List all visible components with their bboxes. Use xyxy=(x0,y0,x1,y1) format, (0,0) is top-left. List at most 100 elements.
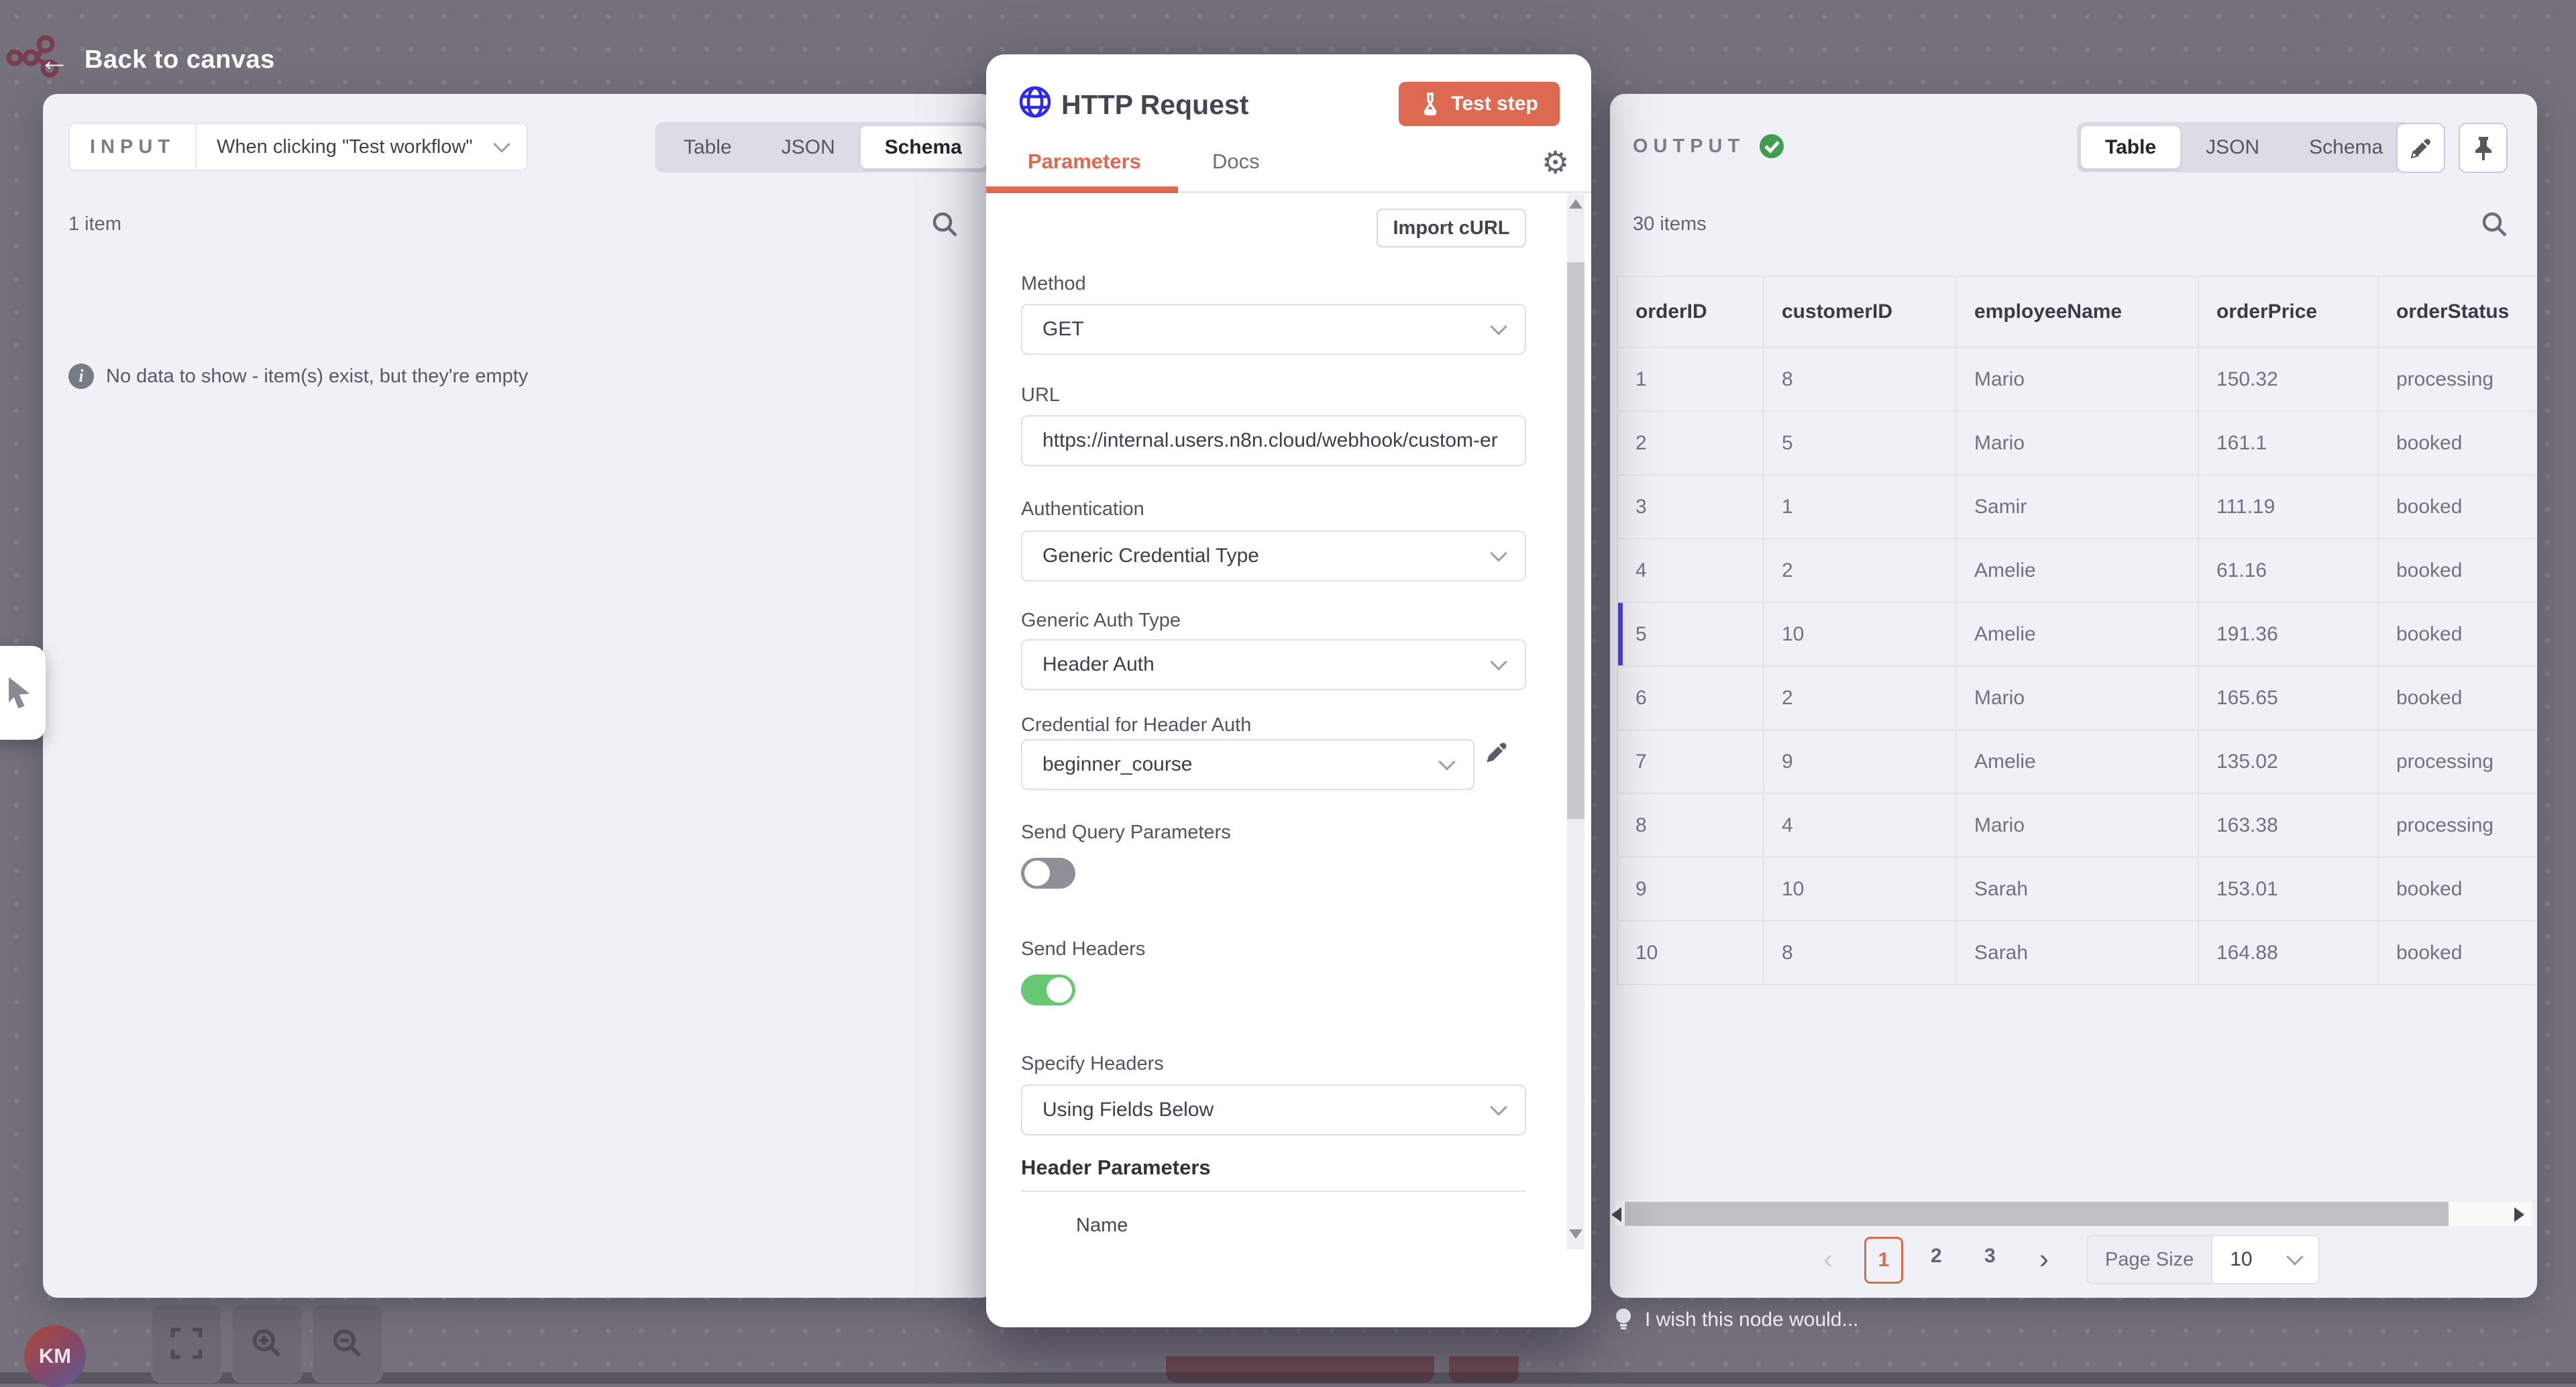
authentication-select[interactable]: Generic Credential Type xyxy=(1021,531,1526,581)
input-tab-table[interactable]: Table xyxy=(659,126,756,168)
pagination-page-3[interactable]: 3 xyxy=(1984,1245,1996,1268)
left-edge-cursor-tab[interactable] xyxy=(0,646,46,740)
column-header[interactable]: customerID xyxy=(1764,277,1957,347)
page-size-dropdown[interactable]: 10 xyxy=(2212,1236,2318,1283)
tab-parameters[interactable]: Parameters xyxy=(1028,150,1141,174)
back-to-canvas-button[interactable]: ← Back to canvas xyxy=(39,44,275,75)
search-icon xyxy=(930,209,959,239)
output-tab-schema[interactable]: Schema xyxy=(2285,126,2407,168)
lightbulb-icon xyxy=(1613,1307,1634,1333)
input-source-control: INPUT When clicking "Test workflow" xyxy=(68,123,528,171)
table-row[interactable]: 510Amelie191.36booked xyxy=(1618,603,2537,667)
output-panel: OUTPUT Table JSON Schema 30 items orderI… xyxy=(1610,94,2537,1298)
node-settings-gear-icon[interactable]: ⚙ xyxy=(1542,147,1569,178)
input-tab-json[interactable]: JSON xyxy=(757,126,859,168)
scroll-left-arrow-icon[interactable] xyxy=(1611,1207,1621,1222)
scroll-right-arrow-icon[interactable] xyxy=(2514,1207,2524,1222)
input-source-dropdown[interactable]: When clicking "Test workflow" xyxy=(197,124,527,170)
edit-output-button[interactable] xyxy=(2396,123,2445,173)
table-row[interactable]: 62Mario165.65booked xyxy=(1618,667,2537,730)
table-row[interactable]: 25Mario161.1booked xyxy=(1618,412,2537,476)
credential-label: Credential for Header Auth xyxy=(1021,714,1251,736)
modal-scrollbar-thumb[interactable] xyxy=(1567,262,1585,819)
n8n-node-details-view: { "header": { "back_label": "Back to can… xyxy=(0,0,2576,1384)
input-search-button[interactable] xyxy=(930,209,959,242)
bottom-edge-strip xyxy=(0,1372,2576,1384)
table-cell: booked xyxy=(2379,412,2537,474)
test-step-button[interactable]: Test step xyxy=(1399,82,1560,126)
pagination-prev-button[interactable]: ‹ xyxy=(1823,1245,1833,1273)
input-empty-state: i No data to show - item(s) exist, but t… xyxy=(68,364,528,389)
table-row[interactable]: 18Mario150.32processing xyxy=(1618,348,2537,412)
avatar-initials: KM xyxy=(39,1344,71,1368)
table-cell: 10 xyxy=(1764,858,1957,920)
table-row[interactable]: 79Amelie135.02processing xyxy=(1618,730,2537,794)
column-header[interactable]: orderStatus xyxy=(2379,277,2537,347)
active-tab-underline xyxy=(986,186,1178,193)
table-row[interactable]: 910Sarah153.01booked xyxy=(1618,858,2537,922)
table-cell: Sarah xyxy=(1957,922,2199,984)
table-cell: processing xyxy=(2379,730,2537,793)
chevron-down-icon xyxy=(2286,1248,2303,1265)
table-cell: 8 xyxy=(1764,922,1957,984)
horizontal-scrollbar-thumb[interactable] xyxy=(1625,1202,2449,1226)
output-tab-json[interactable]: JSON xyxy=(2182,126,2284,168)
zoom-in-icon xyxy=(250,1327,284,1360)
column-header[interactable]: orderPrice xyxy=(2199,277,2379,347)
table-cell: 61.16 xyxy=(2199,539,2379,602)
column-header[interactable]: orderID xyxy=(1618,277,1764,347)
url-input[interactable]: https://internal.users.n8n.cloud/webhook… xyxy=(1021,415,1526,466)
pagination-next-button[interactable]: › xyxy=(2039,1245,2049,1273)
table-cell: Samir xyxy=(1957,476,2199,538)
credential-select[interactable]: beginner_course xyxy=(1021,739,1474,790)
import-curl-button[interactable]: Import cURL xyxy=(1377,209,1526,247)
input-tab-schema[interactable]: Schema xyxy=(861,126,986,168)
pin-icon xyxy=(2469,133,2498,163)
table-cell: processing xyxy=(2379,794,2537,856)
page-size-control: Page Size 10 xyxy=(2086,1235,2320,1284)
method-select[interactable]: GET xyxy=(1021,304,1526,355)
pin-data-button[interactable] xyxy=(2459,123,2508,173)
user-avatar[interactable]: KM xyxy=(24,1325,86,1387)
toggle-knob xyxy=(1046,977,1072,1003)
table-cell: Mario xyxy=(1957,667,2199,729)
scroll-up-arrow-icon[interactable] xyxy=(1569,199,1582,209)
table-cell: booked xyxy=(2379,476,2537,538)
table-cell: 3 xyxy=(1618,476,1764,538)
table-cell: Sarah xyxy=(1957,858,2199,920)
node-feedback-link[interactable]: I wish this node would... xyxy=(1613,1307,1859,1333)
http-request-node-modal: HTTP Request Test step Parameters Docs ⚙… xyxy=(986,54,1591,1327)
table-cell: 165.65 xyxy=(2199,667,2379,729)
generic-auth-type-select[interactable]: Header Auth xyxy=(1021,639,1526,690)
edit-credential-button[interactable] xyxy=(1481,737,1512,771)
input-view-tabs: Table JSON Schema xyxy=(655,122,990,172)
table-row[interactable]: 31Samir111.19booked xyxy=(1618,476,2537,539)
back-label: Back to canvas xyxy=(85,46,275,74)
cursor-arrow-icon xyxy=(4,675,36,710)
table-row[interactable]: 84Mario163.38processing xyxy=(1618,794,2537,858)
scroll-down-arrow-icon[interactable] xyxy=(1569,1229,1582,1239)
pencil-icon xyxy=(2406,133,2436,163)
table-cell: Amelie xyxy=(1957,603,2199,665)
send-query-parameters-toggle[interactable] xyxy=(1021,858,1075,889)
output-tab-table[interactable]: Table xyxy=(2081,126,2180,168)
specify-headers-label: Specify Headers xyxy=(1021,1053,1164,1075)
table-cell: booked xyxy=(2379,539,2537,602)
send-headers-label: Send Headers xyxy=(1021,938,1145,960)
pagination-page-2[interactable]: 2 xyxy=(1931,1245,1942,1268)
pagination-page-1[interactable]: 1 xyxy=(1864,1237,1903,1284)
specify-headers-select[interactable]: Using Fields Below xyxy=(1021,1085,1526,1135)
column-header[interactable]: employeeName xyxy=(1957,277,2199,347)
send-query-parameters-label: Send Query Parameters xyxy=(1021,822,1231,844)
fit-view-button[interactable] xyxy=(151,1304,222,1383)
table-cell: 135.02 xyxy=(2199,730,2379,793)
table-row[interactable]: 42Amelie61.16booked xyxy=(1618,539,2537,603)
tab-docs[interactable]: Docs xyxy=(1212,150,1260,174)
chevron-down-icon xyxy=(1490,545,1507,561)
output-search-button[interactable] xyxy=(2479,209,2509,242)
table-row[interactable]: 108Sarah164.88booked xyxy=(1618,922,2537,985)
zoom-in-button[interactable] xyxy=(231,1304,303,1383)
send-headers-toggle[interactable] xyxy=(1021,975,1075,1005)
output-panel-header: OUTPUT xyxy=(1633,133,1785,160)
zoom-out-button[interactable] xyxy=(312,1304,383,1383)
